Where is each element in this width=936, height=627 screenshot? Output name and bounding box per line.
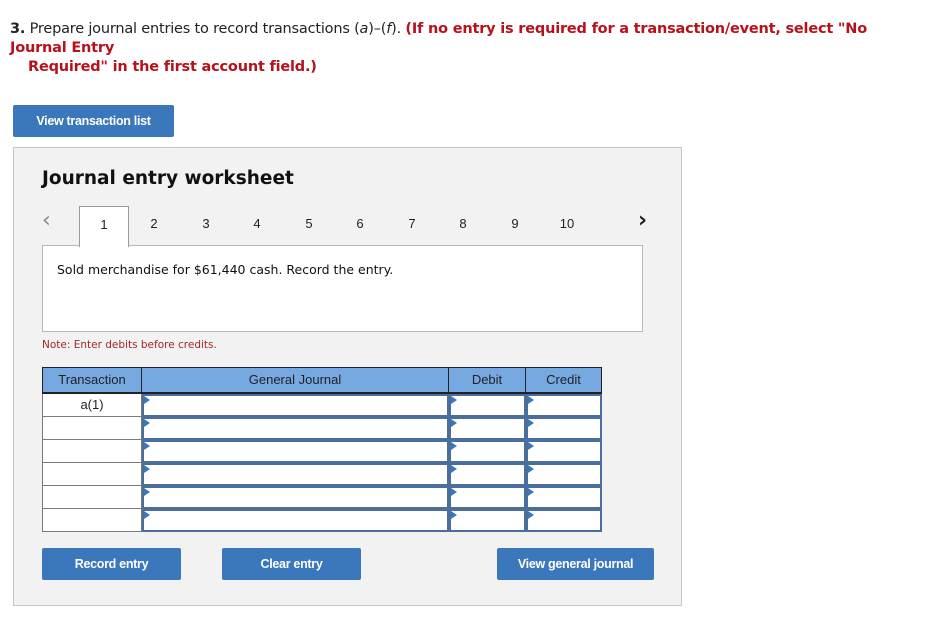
debit-field[interactable] [448,416,526,440]
header-debit: Debit [448,367,526,394]
tab-5[interactable]: 5 [284,206,334,246]
question-text-prefix: Prepare journal entries to record transa… [29,21,360,37]
clear-entry-button[interactable]: Clear entry [222,548,361,580]
tab-3[interactable]: 3 [181,206,231,246]
account-field[interactable] [142,508,449,532]
credit-field[interactable] [525,462,602,486]
journal-table: Transaction General Journal Debit Credit… [42,367,602,532]
journal-header-row: Transaction General Journal Debit Credit [42,367,602,394]
header-transaction: Transaction [42,367,142,394]
debit-input[interactable] [450,418,524,438]
question-text: Prepare journal entries to record transa… [29,21,402,37]
table-row: a(1) [42,392,602,417]
credit-input[interactable] [527,441,600,461]
account-field[interactable] [142,485,449,509]
header-credit: Credit [525,367,602,394]
transaction-cell [42,462,142,486]
debit-field[interactable] [448,393,526,417]
range-start: a [359,21,369,37]
account-input[interactable] [144,487,447,507]
credit-input[interactable] [527,510,600,530]
account-field[interactable] [142,462,449,486]
tab-6[interactable]: 6 [335,206,385,246]
header-general-journal: General Journal [141,367,449,394]
debit-field[interactable] [448,508,526,532]
range-dash: )–( [368,21,387,37]
journal-entry-worksheet: Journal entry worksheet ‹ 1 2 3 4 5 6 7 … [13,147,682,606]
credit-field[interactable] [525,393,602,417]
account-field[interactable] [142,416,449,440]
credit-input[interactable] [527,395,600,415]
chevron-right-icon[interactable]: › [638,208,647,233]
entry-note: Note: Enter debits before credits. [42,339,217,351]
debit-field[interactable] [448,439,526,463]
debit-input[interactable] [450,464,524,484]
record-entry-button[interactable]: Record entry [42,548,181,580]
debit-input[interactable] [450,395,524,415]
account-field[interactable] [142,393,449,417]
view-transaction-list-button[interactable]: View transaction list [13,105,174,137]
tab-2[interactable]: 2 [129,206,179,246]
credit-input[interactable] [527,418,600,438]
transaction-prompt-box: Sold merchandise for $61,440 cash. Recor… [42,245,643,332]
account-input[interactable] [144,395,447,415]
question-prompt: 3. Prepare journal entries to record tra… [10,20,926,77]
credit-input[interactable] [527,487,600,507]
account-input[interactable] [144,418,447,438]
table-row [42,416,602,440]
credit-input[interactable] [527,464,600,484]
credit-field[interactable] [525,485,602,509]
credit-field[interactable] [525,508,602,532]
debit-input[interactable] [450,487,524,507]
account-input[interactable] [144,464,447,484]
tab-4[interactable]: 4 [232,206,282,246]
account-input[interactable] [144,510,447,530]
tab-7[interactable]: 7 [387,206,437,246]
transaction-prompt: Sold merchandise for $61,440 cash. Recor… [57,262,394,277]
table-row [42,439,602,463]
table-row [42,485,602,509]
transaction-cell [42,439,142,463]
account-input[interactable] [144,441,447,461]
debit-input[interactable] [450,441,524,461]
transaction-cell [42,416,142,440]
credit-field[interactable] [525,416,602,440]
tab-9[interactable]: 9 [490,206,540,246]
credit-field[interactable] [525,439,602,463]
account-field[interactable] [142,439,449,463]
tab-8[interactable]: 8 [438,206,488,246]
transaction-cell: a(1) [42,392,142,417]
tab-1[interactable]: 1 [79,206,129,247]
table-row [42,508,602,532]
debit-field[interactable] [448,462,526,486]
chevron-left-icon[interactable]: ‹ [42,208,51,233]
worksheet-title: Journal entry worksheet [42,168,294,189]
transaction-cell [42,508,142,532]
question-number: 3. [10,21,26,37]
debit-input[interactable] [450,510,524,530]
question-text-suffix: ). [391,21,401,37]
view-general-journal-button[interactable]: View general journal [497,548,654,580]
worksheet-tabs: ‹ 1 2 3 4 5 6 7 8 9 10 › [14,204,683,247]
tab-10[interactable]: 10 [542,206,592,246]
transaction-cell [42,485,142,509]
instruction-line-2: Required" in the first account field.) [28,59,317,75]
table-row [42,462,602,486]
debit-field[interactable] [448,485,526,509]
